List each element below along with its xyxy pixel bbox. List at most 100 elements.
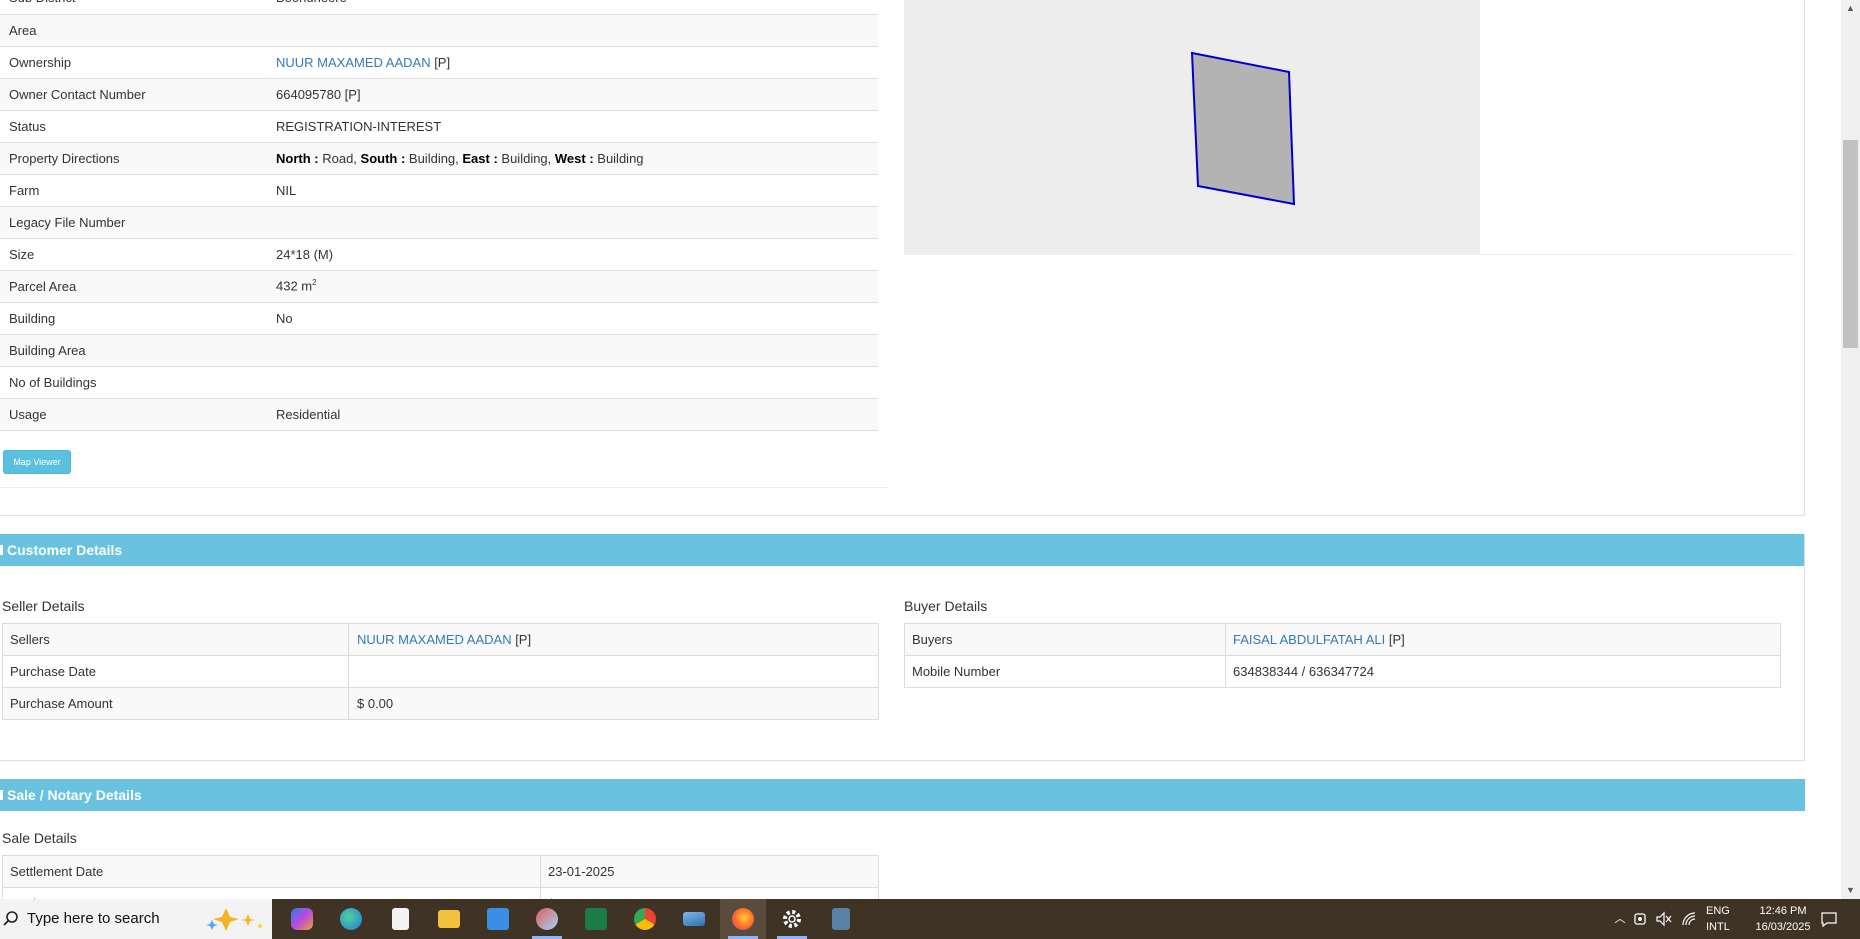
row-value: 23-01-2025 — [540, 855, 879, 888]
row-label: Sellers — [2, 623, 349, 656]
west-value: Building — [593, 150, 644, 166]
row-label: Buyers — [904, 623, 1226, 656]
table-row: Sellers NUUR MAXAMED AADAN [P] — [2, 623, 879, 656]
map-viewer-button[interactable]: Map Viewer — [3, 450, 71, 474]
seller-suffix: [P] — [511, 632, 532, 647]
row-value — [267, 334, 878, 367]
row-label: Purchase Amount — [2, 687, 349, 720]
row-label: Status — [0, 110, 267, 143]
copilot-sparkle-icon — [206, 908, 262, 931]
scroll-up-icon[interactable]: ▲ — [1841, 0, 1860, 17]
table-row: Property Directions North : Road, South :… — [0, 142, 878, 175]
language-indicator[interactable]: ENG INTL — [1706, 903, 1730, 937]
scanner-icon[interactable] — [671, 899, 717, 939]
row-label: Settlement Amount — [2, 887, 541, 899]
table-row: Purchase Date — [2, 655, 879, 688]
row-label: Usage — [0, 398, 267, 431]
chrome-icon[interactable] — [622, 899, 668, 939]
table-row: Buyers FAISAL ABDULFATAH ALI [P] — [904, 623, 1781, 656]
table-row: Owner Contact Number 664095780 [P] — [0, 78, 878, 111]
seller-table: Sellers NUUR MAXAMED AADAN [P] Purchase D… — [2, 623, 879, 720]
file-icon[interactable] — [377, 899, 423, 939]
row-label: Size — [0, 238, 267, 271]
row-value — [267, 14, 878, 47]
property-panel: Sub DistrictBoondheere Area OwnershipNUU… — [0, 0, 1805, 516]
divider — [0, 487, 888, 488]
north-label: North : — [276, 150, 319, 166]
row-value: 432 m2 — [267, 270, 878, 303]
divider — [904, 254, 1794, 255]
row-label: Settlement Date — [2, 855, 541, 888]
store-icon[interactable] — [475, 899, 521, 939]
west-label: West : — [554, 150, 594, 166]
parcel-area-value: 432 m — [276, 278, 313, 294]
parcel-polygon[interactable] — [1190, 51, 1296, 206]
south-label: South : — [360, 150, 406, 166]
sale-details-title: Sale Details — [2, 830, 77, 846]
row-value: NIL — [267, 174, 878, 207]
row-label: Parcel Area — [0, 270, 267, 303]
windows-taskbar: Type here to search ︿ ENG INTL 12:46 PM … — [0, 899, 1860, 939]
language-code: ENG — [1706, 905, 1730, 917]
table-row: Farm NIL — [0, 174, 878, 207]
row-label: Legacy File Number — [0, 206, 267, 239]
table-row: Status REGISTRATION-INTEREST — [0, 110, 878, 143]
scrollbar-thumb[interactable] — [1843, 140, 1858, 348]
row-value: $ 0.00 — [348, 687, 879, 720]
row-label: No of Buildings — [0, 366, 267, 399]
volume-muted-icon[interactable] — [1655, 911, 1673, 927]
notifications-icon[interactable] — [1820, 910, 1838, 928]
owner-link[interactable]: NUUR MAXAMED AADAN — [276, 55, 431, 70]
row-value: 24*18 (M) — [267, 238, 878, 271]
table-row: Usage Residential — [0, 398, 878, 431]
row-value — [348, 655, 879, 688]
file-explorer-icon[interactable] — [426, 899, 472, 939]
clock-time: 12:46 PM — [1759, 905, 1807, 917]
property-directions-value: North : Road, South : Building, East : B… — [267, 142, 878, 175]
row-value: REGISTRATION-INTEREST — [267, 110, 878, 143]
row-value: 634838344 / 636347724 — [1225, 655, 1781, 688]
copilot-icon[interactable] — [279, 899, 325, 939]
meet-now-icon[interactable] — [1633, 911, 1649, 927]
buyer-link[interactable]: FAISAL ABDULFATAH ALI — [1233, 632, 1385, 647]
row-label: Property Directions — [0, 142, 267, 175]
network-icon[interactable] — [1680, 910, 1698, 928]
seller-link[interactable]: NUUR MAXAMED AADAN — [357, 632, 512, 647]
row-value: No — [267, 302, 878, 335]
show-hidden-icons-chevron-icon[interactable]: ︿ — [1607, 899, 1633, 939]
table-row: Sub DistrictBoondheere — [0, 0, 878, 15]
search-placeholder: Type here to search — [27, 910, 160, 927]
table-row: Legacy File Number — [0, 206, 878, 239]
table-row: Settlement Amount$ 0000.00 — [2, 887, 879, 899]
row-value: $ 0000.00 — [540, 887, 879, 899]
table-row: Area — [0, 14, 878, 47]
clock[interactable]: 12:46 PM 16/03/2025 — [1740, 903, 1826, 937]
gear-icon — [783, 910, 801, 928]
parcel-map[interactable] — [904, 0, 1480, 254]
calculator-icon[interactable] — [818, 899, 864, 939]
firefox-icon[interactable] — [720, 899, 766, 939]
taskbar-search-box[interactable]: Type here to search — [0, 899, 272, 939]
table-row: Purchase Amount $ 0.00 — [2, 687, 879, 720]
scroll-down-icon[interactable]: ▼ — [1841, 882, 1860, 899]
table-row: Parcel Area 432 m2 — [0, 270, 878, 303]
row-label: Mobile Number — [904, 655, 1226, 688]
row-value — [267, 366, 878, 399]
buyer-table: Buyers FAISAL ABDULFATAH ALI [P] Mobile N… — [904, 623, 1781, 688]
edge-icon[interactable] — [328, 899, 374, 939]
parcel-area-unit-exponent: 2 — [312, 278, 317, 288]
paint-icon[interactable] — [524, 899, 570, 939]
settings-icon[interactable] — [769, 899, 815, 939]
east-value: Building, — [497, 150, 555, 166]
buyer-suffix: [P] — [1385, 632, 1405, 647]
sale-table: Settlement Date23-01-2025 Settlement Amo… — [2, 855, 879, 899]
table-row: Settlement Date 23-01-2025 — [2, 855, 879, 888]
sale-notary-details-header[interactable]: Sale / Notary Details — [0, 779, 1805, 811]
north-value: Road, — [318, 150, 361, 166]
vertical-scrollbar[interactable]: ▲ ▼ — [1841, 0, 1860, 899]
row-value — [267, 206, 878, 239]
row-value: FAISAL ABDULFATAH ALI [P] — [1225, 623, 1781, 656]
keyboard-layout: INTL — [1706, 921, 1730, 933]
excel-icon[interactable] — [573, 899, 619, 939]
property-table: Sub DistrictBoondheere Area OwnershipNUU… — [0, 0, 878, 431]
